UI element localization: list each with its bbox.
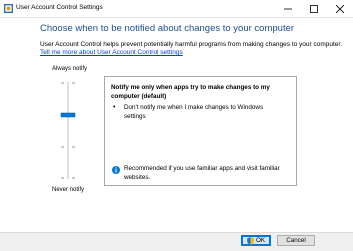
maximize-icon <box>310 4 318 13</box>
close-button[interactable] <box>327 0 353 17</box>
description-text: User Account Control helps prevent poten… <box>40 41 343 48</box>
cancel-label: Cancel <box>286 237 306 244</box>
slider-thumb <box>60 112 76 118</box>
minimize-icon <box>284 8 292 9</box>
close-icon <box>336 4 344 13</box>
page-heading: Choose when to be notified about changes… <box>40 23 295 34</box>
notification-level-slider[interactable] <box>50 78 86 183</box>
setting-description-panel: Notify me only when apps try to make cha… <box>104 76 297 186</box>
window-title: User Account Control Settings <box>16 4 103 11</box>
title-bar: User Account Control Settings <box>0 0 353 18</box>
level-detail-text: Don't notify me when I make changes to W… <box>124 104 264 120</box>
selected-level-title: Notify me only when apps try to make cha… <box>111 84 270 100</box>
uac-app-icon <box>4 4 13 13</box>
ok-button[interactable]: OK <box>241 235 271 246</box>
recommendation-text: Recommended if you use familiar apps and… <box>124 165 280 181</box>
always-notify-label: Always notify <box>52 66 88 72</box>
minimize-button[interactable] <box>275 0 301 17</box>
learn-more-link[interactable]: Tell me more about User Account Control … <box>40 49 183 56</box>
info-icon <box>112 166 120 174</box>
never-notify-label: Never notify <box>52 187 85 193</box>
ok-label: OK <box>255 237 266 244</box>
uac-shield-icon <box>247 236 254 245</box>
maximize-button[interactable] <box>301 0 327 17</box>
cancel-button[interactable]: Cancel <box>277 235 315 246</box>
bullet-icon: • <box>113 104 116 111</box>
